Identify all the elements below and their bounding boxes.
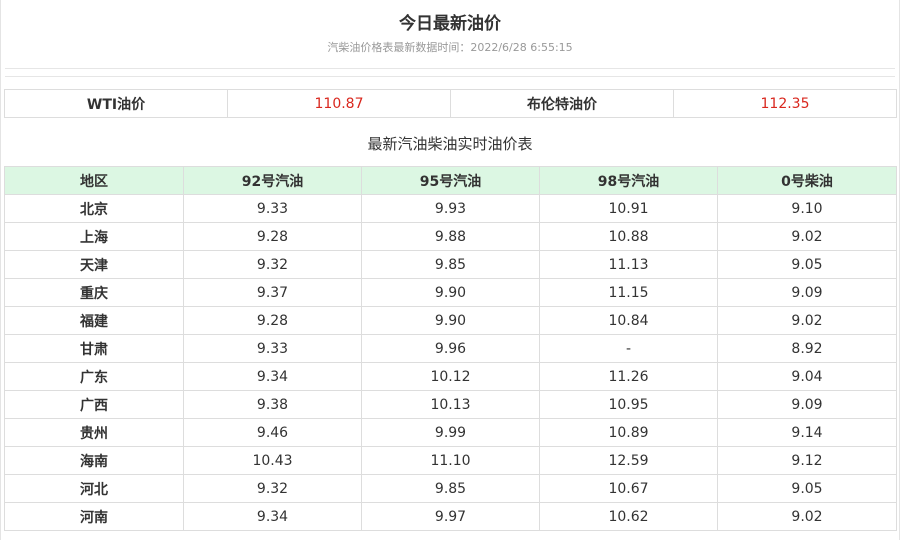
brent-label: 布伦特油价 <box>450 89 674 118</box>
price-92-cell: 10.43 <box>183 446 362 475</box>
table-header-row: 地区 92号汽油 95号汽油 98号汽油 0号柴油 <box>4 166 897 195</box>
price-92-cell: 9.38 <box>183 390 362 419</box>
price-95-cell: 9.90 <box>361 278 540 307</box>
column-header-95: 95号汽油 <box>361 166 540 195</box>
column-header-92: 92号汽油 <box>183 166 362 195</box>
price-95-cell: 9.90 <box>361 306 540 335</box>
price-95-cell: 11.10 <box>361 446 540 475</box>
update-time: 汽柴油价格表最新数据时间：2022/6/28 6:55:15 <box>327 41 573 54</box>
price-diesel-cell: 9.14 <box>717 418 897 447</box>
price-98-cell: 10.67 <box>539 474 718 503</box>
price-95-cell: 9.96 <box>361 334 540 363</box>
price-92-cell: 9.32 <box>183 474 362 503</box>
fuel-price-table: 地区 92号汽油 95号汽油 98号汽油 0号柴油 北京 9.33 9.93 10.9… <box>4 166 897 531</box>
table-row: 广东 9.34 10.12 11.26 9.04 <box>4 362 897 391</box>
column-header-diesel: 0号柴油 <box>717 166 897 195</box>
price-92-cell: 9.32 <box>183 250 362 279</box>
price-95-cell: 9.85 <box>361 250 540 279</box>
region-cell: 广东 <box>4 362 184 391</box>
table-row: 上海 9.28 9.88 10.88 9.02 <box>4 222 897 251</box>
region-cell: 福建 <box>4 306 184 335</box>
price-diesel-cell: 8.92 <box>717 334 897 363</box>
region-cell: 上海 <box>4 222 184 251</box>
price-92-cell: 9.33 <box>183 334 362 363</box>
price-98-cell: - <box>539 334 718 363</box>
region-cell: 天津 <box>4 250 184 279</box>
region-cell: 贵州 <box>4 418 184 447</box>
price-92-cell: 9.37 <box>183 278 362 307</box>
price-92-cell: 9.46 <box>183 418 362 447</box>
region-cell: 甘肃 <box>4 334 184 363</box>
table-row: 北京 9.33 9.93 10.91 9.10 <box>4 194 897 223</box>
price-diesel-cell: 9.09 <box>717 278 897 307</box>
table-row: 重庆 9.37 9.90 11.15 9.09 <box>4 278 897 307</box>
table-row: 福建 9.28 9.90 10.84 9.02 <box>4 306 897 335</box>
column-header-region: 地区 <box>4 166 184 195</box>
price-95-cell: 9.99 <box>361 418 540 447</box>
price-95-cell: 9.97 <box>361 502 540 531</box>
price-diesel-cell: 9.12 <box>717 446 897 475</box>
region-cell: 北京 <box>4 194 184 223</box>
price-95-cell: 10.13 <box>361 390 540 419</box>
table-row: 海南 10.43 11.10 12.59 9.12 <box>4 446 897 475</box>
price-diesel-cell: 9.05 <box>717 474 897 503</box>
region-cell: 重庆 <box>4 278 184 307</box>
table-row: 甘肃 9.33 9.96-8.92 <box>4 334 897 363</box>
price-98-cell: 10.89 <box>539 418 718 447</box>
price-98-cell: 10.88 <box>539 222 718 251</box>
region-cell: 河北 <box>4 474 184 503</box>
price-diesel-cell: 9.10 <box>717 194 897 223</box>
price-diesel-cell: 9.02 <box>717 306 897 335</box>
region-cell: 海南 <box>4 446 184 475</box>
price-98-cell: 12.59 <box>539 446 718 475</box>
table-row: 河北 9.32 9.85 10.67 9.05 <box>4 474 897 503</box>
price-92-cell: 9.33 <box>183 194 362 223</box>
table-row: 广西 9.38 10.13 10.95 9.09 <box>4 390 897 419</box>
table-row: 天津 9.32 9.85 11.13 9.05 <box>4 250 897 279</box>
price-92-cell: 9.28 <box>183 306 362 335</box>
region-cell: 河南 <box>4 502 184 531</box>
price-95-cell: 9.88 <box>361 222 540 251</box>
price-diesel-cell: 9.09 <box>717 390 897 419</box>
price-diesel-cell: 9.02 <box>717 222 897 251</box>
price-95-cell: 9.85 <box>361 474 540 503</box>
crude-oil-table: WTI油价 110.87 布伦特油价 112.35 <box>4 89 897 118</box>
price-diesel-cell: 9.02 <box>717 502 897 531</box>
price-98-cell: 10.95 <box>539 390 718 419</box>
region-cell: 广西 <box>4 390 184 419</box>
table-body: 北京 9.33 9.93 10.91 9.10 上海 9.28 9.88 10.88 9.02 天津… <box>4 194 897 531</box>
column-header-98: 98号汽油 <box>539 166 718 195</box>
price-92-cell: 9.28 <box>183 222 362 251</box>
price-diesel-cell: 9.05 <box>717 250 897 279</box>
price-diesel-cell: 9.04 <box>717 362 897 391</box>
brent-price: 112.35 <box>673 89 897 118</box>
price-98-cell: 10.84 <box>539 306 718 335</box>
table-row: 河南 9.34 9.97 10.62 9.02 <box>4 502 897 531</box>
price-98-cell: 11.13 <box>539 250 718 279</box>
price-98-cell: 11.26 <box>539 362 718 391</box>
wti-label: WTI油价 <box>4 89 228 118</box>
page-title: 今日最新油价 <box>399 14 501 34</box>
divider <box>5 76 895 77</box>
price-98-cell: 10.62 <box>539 502 718 531</box>
price-98-cell: 11.15 <box>539 278 718 307</box>
price-95-cell: 10.12 <box>361 362 540 391</box>
table-row: 贵州 9.46 9.99 10.89 9.14 <box>4 418 897 447</box>
wti-price: 110.87 <box>227 89 451 118</box>
crude-oil-row: WTI油价 110.87 布伦特油价 112.35 <box>4 89 897 118</box>
price-95-cell: 9.93 <box>361 194 540 223</box>
divider <box>5 68 895 69</box>
price-98-cell: 10.91 <box>539 194 718 223</box>
price-92-cell: 9.34 <box>183 502 362 531</box>
price-92-cell: 9.34 <box>183 362 362 391</box>
table-caption: 最新汽油柴油实时油价表 <box>367 135 533 153</box>
